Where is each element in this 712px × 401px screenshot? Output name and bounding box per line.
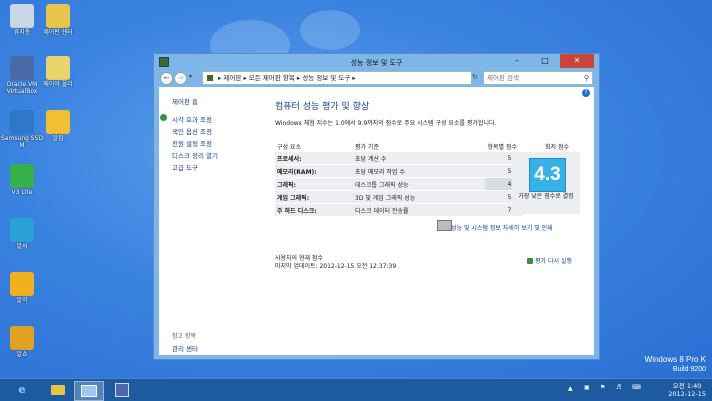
desktop-icon-folder[interactable]: 메이아 폴더 [36, 56, 80, 88]
shield-icon [527, 258, 533, 264]
row-criteria: 3D 및 게임 그래픽 성능 [355, 190, 485, 204]
see-also-title: 참고 항목 [172, 333, 196, 340]
folder-icon [46, 4, 70, 28]
desktop-icon-v3-lite[interactable]: V3 Lite [0, 164, 44, 196]
control-panel-taskbar-icon[interactable] [74, 381, 104, 401]
ie-icon[interactable]: e [8, 381, 36, 399]
nav-advanced-tools[interactable]: 고급 도구 [172, 162, 198, 172]
row-criteria: 디스크 데이터 전송률 [355, 203, 485, 217]
page-title: 컴퓨터 성능 평가 및 향상 [275, 102, 370, 112]
shield-icon [160, 114, 167, 121]
score-table-header: 구성 요소 평가 기준 항목별 점수 최저 점수 [275, 140, 591, 152]
rerun-assessment-link[interactable]: 평가 다시 실행 [527, 256, 572, 265]
nav-disk-cleanup[interactable]: 디스크 정리 열기 [172, 150, 218, 160]
nav-action-center[interactable]: 관리 센터 [172, 343, 198, 353]
last-update-text: 마지막 업데이트: 2012-12-15 오전 12:37:39 [275, 263, 397, 270]
base-score-panel: 4.3 가장 낮은 점수로 결정 [512, 152, 580, 214]
file-explorer-icon[interactable] [44, 381, 72, 399]
folder-icon [46, 56, 70, 80]
desktop-icon-alzip[interactable]: 알집 [36, 110, 80, 142]
keyboard-icon[interactable]: ⌨ [632, 384, 641, 391]
recent-pages-icon[interactable]: ▾ [189, 73, 192, 80]
desktop: 휴지통 제어판 센터 Oracle VM VirtualBox 메이아 폴더 S… [0, 0, 712, 378]
details-link[interactable]: 성능 및 시스템 정보 자세히 보기 및 인쇄 [451, 223, 553, 232]
alzip-icon [46, 110, 70, 134]
search-input[interactable] [484, 72, 577, 84]
row-component: 프로세서: [275, 152, 355, 165]
base-score-tile: 4.3 [529, 158, 566, 192]
clock[interactable]: 오전 1:40 2012-12-15 [668, 382, 706, 398]
performance-window: 성능 정보 및 도구 – □ ✕ ← → ▾ ▸ 제어판 ▸ 모든 제어판 항목… [153, 53, 600, 360]
breadcrumb-performance[interactable]: 성능 정보 및 도구 [302, 74, 350, 82]
system-tray: ▲ ▣ ⚑ ♬ ⌨ 오전 1:40 2012-12-15 [562, 381, 712, 399]
current-score-label: 사용자의 현재 점수 [275, 255, 323, 262]
nav-power-settings[interactable]: 전원 설정 조정 [172, 138, 212, 148]
printer-icon [437, 220, 452, 231]
page-description: Windows 체험 지수는 1.0에서 9.9까지의 점수로 주요 시스템 구… [275, 120, 497, 127]
desktop-icon-alsee[interactable]: 알씨 [0, 218, 44, 250]
network-icon[interactable]: ▣ [584, 384, 590, 391]
breadcrumb-control-panel[interactable]: 제어판 [223, 74, 241, 82]
row-component: 주 하드 디스크: [275, 203, 355, 217]
row-criteria: 데스크톱 그래픽 성능 [355, 177, 485, 191]
main-panel: ? 컴퓨터 성능 평가 및 향상 Windows 체험 지수는 1.0에서 9.… [265, 87, 594, 355]
desktop-icon-alyac[interactable]: 알약 [0, 272, 44, 304]
virtualbox-icon [10, 56, 34, 80]
row-criteria: 초당 계산 수 [355, 152, 485, 165]
volume-icon[interactable]: ♬ [616, 384, 621, 391]
edition-watermark: Windows 8 Pro K [644, 355, 706, 364]
nav-control-panel-home[interactable]: 제어판 홈 [172, 96, 198, 106]
rerun-label: 평가 다시 실행 [535, 258, 572, 265]
build-watermark: Build 9200 [672, 366, 706, 373]
search-icon[interactable]: ⚲ [584, 72, 589, 84]
maximize-button[interactable]: □ [532, 54, 558, 68]
row-component: 그래픽: [275, 177, 355, 191]
help-icon[interactable]: ? [582, 89, 590, 97]
alyac-icon [10, 272, 34, 296]
v3-icon [10, 164, 34, 188]
clock-date: 2012-12-15 [668, 390, 706, 398]
row-criteria: 초당 메모리 작업 수 [355, 164, 485, 178]
alshow-icon [10, 326, 34, 350]
title-bar[interactable]: 성능 정보 및 도구 – □ ✕ [154, 54, 599, 70]
desktop-icon-control-center[interactable]: 제어판 센터 [36, 4, 80, 36]
refresh-icon[interactable]: ↻ [472, 73, 478, 81]
wallpaper-shape [300, 10, 360, 50]
recycle-bin-icon [10, 4, 34, 28]
nav-visual-effects[interactable]: 시각 효과 조정 [172, 114, 212, 124]
breadcrumb-all-items[interactable]: 모든 제어판 항목 [249, 74, 295, 82]
left-nav: 제어판 홈 시각 효과 조정 색인 옵션 조정 전원 설정 조정 디스크 정리 … [159, 87, 265, 355]
close-button[interactable]: ✕ [560, 54, 594, 68]
breadcrumb-separator: ▸ [243, 74, 247, 82]
desktop-icon-alshow[interactable]: 알쇼 [0, 326, 44, 358]
breadcrumb-separator: ▸ [218, 74, 222, 82]
breadcrumb-separator: ▸ [352, 74, 356, 82]
header-subscore: 항목별 점수 [487, 143, 517, 151]
minimize-button[interactable]: – [504, 54, 530, 68]
content-area: 제어판 홈 시각 효과 조정 색인 옵션 조정 전원 설정 조정 디스크 정리 … [159, 87, 594, 355]
alsee-icon [10, 218, 34, 242]
search-box[interactable]: ⚲ [483, 71, 593, 85]
breadcrumb-separator: ▸ [296, 74, 301, 82]
row-component: 메모리(RAM): [275, 164, 355, 178]
row-component: 게임 그래픽: [275, 190, 355, 204]
header-base-score: 최저 점수 [545, 143, 569, 151]
tray-arrow-icon[interactable]: ▲ [568, 385, 573, 392]
address-bar[interactable]: ▸ 제어판 ▸ 모든 제어판 항목 ▸ 성능 정보 및 도구 ▸ [202, 71, 472, 85]
base-score-caption: 가장 낮은 점수로 결정 [518, 193, 574, 200]
header-component: 구성 요소 [277, 143, 301, 151]
ssd-icon [10, 110, 34, 134]
virtualbox-taskbar-icon[interactable] [108, 381, 136, 399]
taskbar: e ▲ ▣ ⚑ ♬ ⌨ 오전 1:40 2012-12-15 [0, 378, 712, 401]
control-panel-icon [207, 75, 213, 81]
forward-button[interactable]: → [174, 72, 187, 85]
back-button[interactable]: ← [160, 72, 173, 85]
flag-icon[interactable]: ⚑ [600, 384, 605, 391]
address-row: ← → ▾ ▸ 제어판 ▸ 모든 제어판 항목 ▸ 성능 정보 및 도구 ▸ ↻… [158, 71, 595, 85]
score-info: 사용자의 현재 점수 마지막 업데이트: 2012-12-15 오전 12:37… [275, 255, 396, 271]
nav-indexing-options[interactable]: 색인 옵션 조정 [172, 126, 212, 136]
clock-time: 오전 1:40 [672, 382, 702, 390]
header-criteria: 평가 기준 [355, 143, 379, 151]
